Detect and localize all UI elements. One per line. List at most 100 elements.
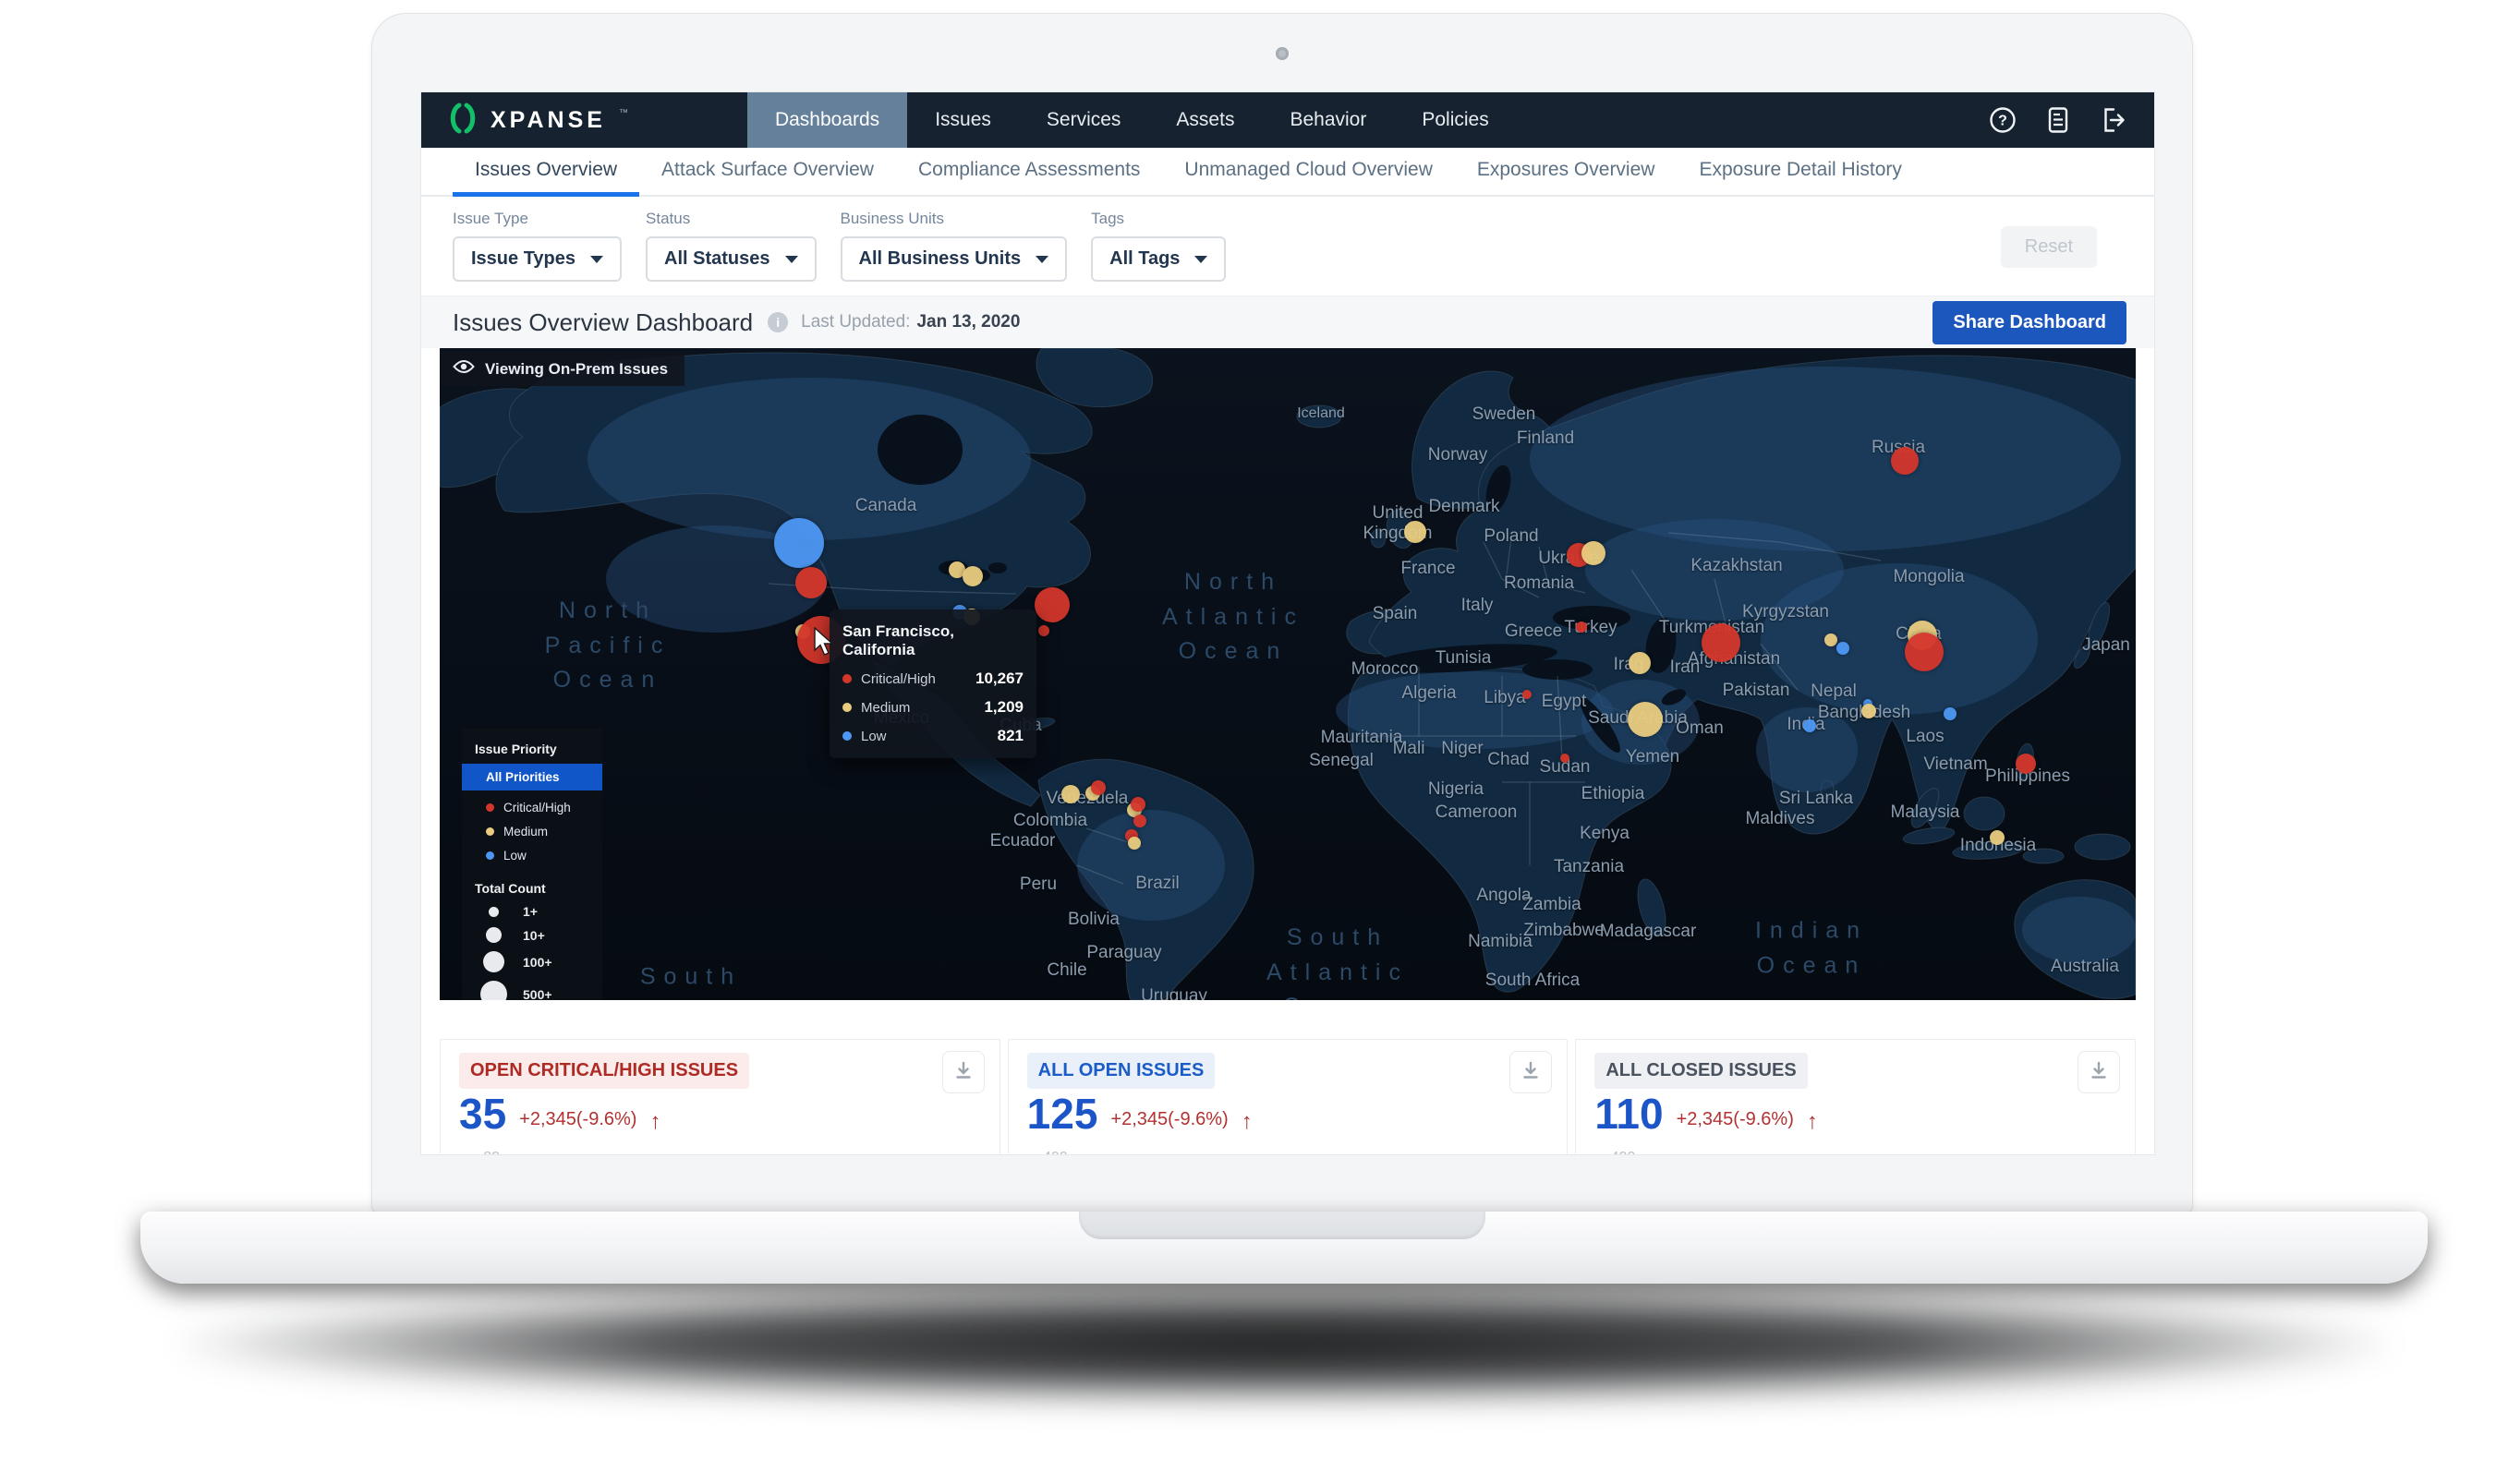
issue-marker-medium[interactable]	[1629, 652, 1651, 674]
download-button[interactable]	[2078, 1051, 2120, 1093]
issue-marker-critical[interactable]	[1091, 780, 1106, 795]
world-map[interactable]: North Pacific OceanNorth Atlantic OceanS…	[440, 348, 2136, 1000]
share-dashboard-button[interactable]: Share Dashboard	[1932, 301, 2126, 344]
nav-item-assets[interactable]: Assets	[1148, 92, 1262, 148]
severity-dot-icon	[486, 851, 494, 860]
issue-marker-medium[interactable]	[1824, 633, 1837, 646]
issue-marker-low[interactable]	[774, 518, 824, 568]
issue-marker-critical[interactable]	[1038, 625, 1049, 636]
issue-marker-medium[interactable]	[1861, 704, 1876, 718]
report-icon[interactable]	[2043, 105, 2073, 135]
card-title-badge: ALL OPEN ISSUES	[1027, 1053, 1216, 1089]
issue-marker-critical[interactable]	[795, 567, 827, 598]
chart-tick-label: 400	[1027, 1150, 1079, 1154]
issue-marker-critical[interactable]	[1133, 814, 1146, 827]
issue-marker-critical[interactable]	[1522, 690, 1532, 699]
legend-size-10: 10+	[473, 927, 591, 943]
tab-unmanaged-cloud-overview[interactable]: Unmanaged Cloud Overview	[1162, 148, 1454, 197]
issue-marker-low[interactable]	[1803, 719, 1816, 732]
eye-icon	[453, 359, 475, 379]
filter-select-tags[interactable]: All Tags	[1091, 236, 1226, 282]
tab-exposures-overview[interactable]: Exposures Overview	[1455, 148, 1678, 197]
legend-priority-low[interactable]: Low	[486, 849, 591, 863]
legend-priority-label: Critical/High	[503, 801, 571, 814]
filter-select-issue-type[interactable]: Issue Types	[453, 236, 622, 282]
filter-label: Business Units	[841, 210, 1068, 228]
issue-marker-critical[interactable]	[1891, 447, 1919, 475]
nav-item-behavior[interactable]: Behavior	[1262, 92, 1394, 148]
filter-select-business-units[interactable]: All Business Units	[841, 236, 1068, 282]
severity-dot-icon	[842, 674, 852, 683]
issue-marker-low[interactable]	[1944, 707, 1957, 720]
map-tooltip: San Francisco, California Critical/High1…	[830, 609, 1036, 758]
nav-item-dashboards[interactable]: Dashboards	[747, 92, 907, 148]
tooltip-rows: Critical/High10,267Medium1,209Low821	[842, 670, 1024, 745]
issue-marker-critical[interactable]	[1035, 587, 1070, 622]
filter-tags: TagsAll Tags	[1091, 210, 1226, 282]
chart-tick-label: 80	[459, 1150, 511, 1154]
tab-issues-overview[interactable]: Issues Overview	[453, 148, 639, 197]
issue-marker-medium[interactable]	[1990, 830, 2005, 845]
page: XPANSE ™ DashboardsIssuesServicesAssetsB…	[0, 0, 2520, 1472]
info-icon[interactable]: i	[768, 312, 788, 332]
legend-priority-medium[interactable]: Medium	[486, 825, 591, 839]
download-button[interactable]	[942, 1051, 985, 1093]
brand-trademark: ™	[619, 108, 628, 118]
tooltip-row-label: Critical/High	[861, 671, 966, 687]
laptop-camera	[1276, 47, 1289, 60]
legend-priority-critical-high[interactable]: Critical/High	[486, 801, 591, 814]
issue-marker-low[interactable]	[1836, 642, 1849, 655]
legend-sizes: 1+10+100+500+1000+	[473, 904, 591, 1000]
download-button[interactable]	[1509, 1051, 1552, 1093]
reset-button[interactable]: Reset	[2001, 226, 2097, 268]
issue-marker-critical[interactable]	[1905, 633, 1944, 671]
issue-marker-critical[interactable]	[1131, 797, 1145, 812]
issue-marker-medium[interactable]	[1628, 702, 1663, 737]
issue-marker-critical[interactable]	[1702, 623, 1740, 662]
legend-size-circle-col	[473, 951, 514, 972]
chart-tick-label: 400	[1594, 1150, 1646, 1154]
nav-item-services[interactable]: Services	[1019, 92, 1149, 148]
tab-attack-surface-overview[interactable]: Attack Surface Overview	[639, 148, 896, 197]
tab-compliance-assessments[interactable]: Compliance Assessments	[896, 148, 1162, 197]
card-value: 125	[1027, 1092, 1098, 1135]
issue-marker-medium[interactable]	[963, 566, 983, 586]
map-legend: Issue Priority All Priorities Critical/H…	[462, 729, 602, 1000]
issue-marker-medium[interactable]	[1061, 785, 1080, 803]
filter-status: Status All Statuses	[646, 210, 816, 282]
issue-marker-medium[interactable]	[1128, 837, 1141, 850]
card-open-critical-high-issues: OPEN CRITICAL/HIGH ISSUES35+2,345(-9.6%)…	[440, 1039, 1000, 1154]
issue-marker-medium[interactable]	[1581, 541, 1605, 565]
issue-marker-critical[interactable]	[2016, 754, 2036, 774]
legend-all-priorities[interactable]: All Priorities	[462, 764, 602, 790]
legend-size-label: 1+	[523, 904, 538, 919]
tooltip-title: San Francisco, California	[842, 622, 1024, 659]
sign-out-icon[interactable]	[2099, 105, 2128, 135]
nav-item-issues[interactable]: Issues	[907, 92, 1019, 148]
nav-item-policies[interactable]: Policies	[1394, 92, 1516, 148]
xpanse-logo-icon	[447, 103, 479, 139]
card-delta: +2,345(-9.6%)	[1110, 1109, 1228, 1135]
svg-text:?: ?	[1998, 114, 2007, 129]
filter-label: Status	[646, 210, 816, 228]
card-chart: 400300	[1594, 1146, 2116, 1154]
caret-down-icon	[1036, 256, 1048, 263]
trend-up-icon: ↑	[1807, 1111, 1818, 1135]
download-icon	[1520, 1061, 1542, 1084]
tooltip-row-label: Low	[861, 729, 988, 744]
legend-size-500: 500+	[473, 981, 591, 1000]
issue-marker-critical[interactable]	[1560, 754, 1569, 763]
card-all-open-issues: ALL OPEN ISSUES125+2,345(-9.6%)↑400300	[1008, 1039, 1569, 1154]
tab-exposure-detail-history[interactable]: Exposure Detail History	[1677, 148, 1923, 197]
viewing-mode-label: Viewing On-Prem Issues	[485, 360, 668, 379]
help-icon[interactable]: ?	[1988, 105, 2017, 135]
issue-marker-medium[interactable]	[1404, 521, 1426, 543]
filters-bar: Issue TypeIssue TypesStatusAll StatusesB…	[421, 197, 2154, 296]
issue-marker-critical[interactable]	[1576, 621, 1587, 633]
severity-dot-icon	[842, 731, 852, 741]
filter-select-status[interactable]: All Statuses	[646, 236, 816, 282]
card-value: 35	[459, 1092, 506, 1135]
filter-value: Issue Types	[471, 248, 575, 270]
caret-down-icon	[590, 256, 603, 263]
caret-down-icon	[1194, 256, 1207, 263]
